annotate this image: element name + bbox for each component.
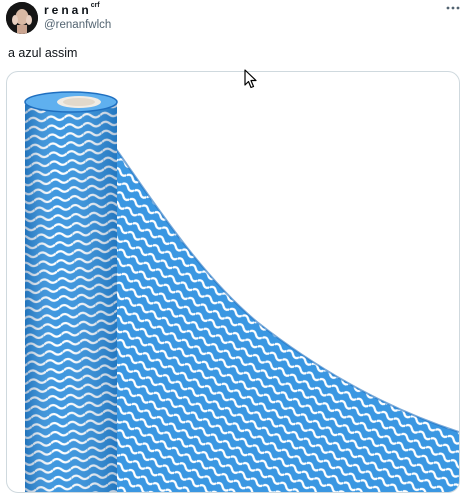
tweet-media[interactable]	[6, 71, 460, 493]
display-name-suffix: crf	[90, 2, 100, 9]
author-handle[interactable]: @renanfwlch	[44, 19, 111, 31]
blue-wave-cloth-roll-photo-icon	[24, 91, 459, 492]
author-name[interactable]: renan crf	[44, 2, 100, 17]
more-horizontal-icon	[446, 6, 460, 10]
display-name[interactable]: renan	[44, 3, 92, 17]
avatar-photo-icon	[6, 2, 38, 34]
avatar[interactable]	[6, 2, 38, 34]
more-options-button[interactable]	[444, 2, 462, 16]
tweet-text: a azul assim	[8, 46, 78, 60]
tweet: renan crf @renanfwlch a azul assim	[0, 0, 472, 493]
